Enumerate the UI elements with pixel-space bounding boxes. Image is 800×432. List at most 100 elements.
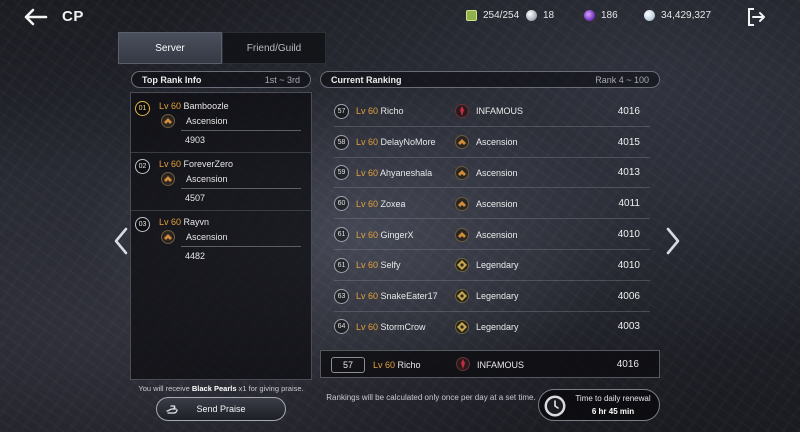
player-level: Lv 60: [356, 291, 379, 302]
player-level: Lv 60: [356, 229, 379, 240]
my-rank-bar[interactable]: 57 Lv 60 Richo INFAMOUS 4016: [320, 350, 660, 378]
current-ranking-range: Rank 4 ~ 100: [595, 74, 649, 85]
previous-arrow-icon[interactable]: [112, 226, 130, 256]
ascension-emblem-icon: [161, 172, 175, 186]
rank-badge: 64: [334, 319, 349, 335]
energy-counter: 254/254: [466, 10, 519, 21]
player-level: Lv 60: [159, 101, 182, 111]
player-level: Lv 60: [159, 159, 182, 169]
class-name: Legendary: [476, 321, 519, 332]
tab-server[interactable]: Server: [118, 32, 222, 64]
rank-badge: 02: [135, 159, 150, 174]
silver-icon: [644, 10, 655, 21]
player-name: Ahyaneshala: [380, 167, 433, 178]
silver-value: 34,429,327: [661, 10, 712, 21]
player-name: ForeverZero: [183, 159, 234, 169]
silver-counter: 34,429,327: [644, 10, 711, 21]
top-rank-entry[interactable]: 02 Lv 60 ForeverZero Ascension 4507: [131, 153, 311, 211]
player-level: Lv 60: [356, 321, 379, 332]
player-name: Rayvn: [183, 217, 210, 227]
daily-renewal-timer: Time to daily renewal 6 hr 45 min: [538, 389, 660, 421]
class-name: Ascension: [476, 167, 518, 178]
top-rank-range: 1st ~ 3rd: [264, 74, 300, 85]
ranking-row[interactable]: 64 Lv 60 StormCrow Legendary 4003: [320, 312, 660, 343]
divider: [181, 130, 301, 131]
rank-badge: 57: [334, 103, 349, 119]
black-pearl-icon: [526, 10, 537, 21]
ranking-calc-note: Rankings will be calculated only once pe…: [326, 393, 536, 402]
my-level: Lv 60: [373, 360, 396, 370]
infamous-emblem-icon: [455, 104, 469, 119]
player-name-line: Lv 60 DelayNoMore: [356, 137, 436, 147]
player-score: 4507: [185, 193, 206, 203]
player-level: Lv 60: [356, 260, 379, 271]
next-arrow-icon[interactable]: [664, 226, 682, 256]
ascension-emblem-icon: [455, 227, 469, 242]
class-name: Ascension: [186, 174, 228, 184]
player-name: Selfy: [380, 260, 401, 271]
ranking-row[interactable]: 60 Lv 60 Zoxea Ascension 4011: [320, 188, 660, 220]
player-name-line: Lv 60 Richo: [356, 106, 404, 116]
top-rank-entry[interactable]: 01 Lv 60 Bamboozle Ascension 4903: [131, 95, 311, 153]
my-name-line: Lv 60 Richo: [373, 360, 421, 370]
legendary-emblem-icon: [455, 319, 469, 334]
ascension-emblem-icon: [455, 165, 469, 180]
class-name: Ascension: [476, 137, 518, 148]
black-pearl-value: 18: [543, 10, 555, 21]
renewal-label: Time to daily renewal: [575, 394, 651, 403]
ranking-row[interactable]: 57 Lv 60 Richo INFAMOUS 4016: [320, 96, 660, 127]
class-name: Ascension: [476, 198, 518, 209]
ascension-emblem-icon: [161, 230, 175, 244]
ascension-emblem-icon: [455, 196, 469, 211]
black-pearl-counter: 18: [526, 10, 554, 21]
clock-icon: [544, 395, 566, 417]
class-name: Ascension: [186, 232, 228, 242]
ranking-row[interactable]: 63 Lv 60 SnakeEater17 Legendary 4006: [320, 281, 660, 312]
player-name-line: Lv 60 Rayvn: [159, 217, 209, 227]
player-name-line: Lv 60 ForeverZero: [159, 159, 233, 169]
praise-reward-note: You will receive Black Pearls x1 for giv…: [130, 384, 312, 393]
my-name: Richo: [397, 360, 421, 370]
player-level: Lv 60: [356, 106, 379, 117]
ranking-row[interactable]: 58 Lv 60 DelayNoMore Ascension 4015: [320, 127, 660, 158]
ascension-emblem-icon: [161, 114, 175, 128]
rank-badge: 03: [135, 217, 150, 232]
top-rank-title: Top Rank Info: [142, 74, 202, 85]
top-bar: CP 254/254 18 186 34,429,327: [0, 0, 800, 34]
class-name: Legendary: [476, 291, 519, 302]
my-rank-number: 57: [331, 357, 365, 373]
ranking-row[interactable]: 61 Lv 60 Selfy Legendary 4010: [320, 250, 660, 281]
player-name: SnakeEater17: [380, 291, 438, 302]
ranking-row[interactable]: 61 Lv 60 GingerX Ascension 4010: [320, 219, 660, 250]
back-arrow-icon[interactable]: [22, 8, 48, 26]
tab-friend-guild[interactable]: Friend/Guild: [222, 32, 326, 64]
top-rank-entry[interactable]: 03 Lv 60 Rayvn Ascension 4482: [131, 211, 311, 269]
my-score: 4016: [616, 359, 639, 370]
player-score: 4015: [617, 136, 640, 148]
energy-value: 254/254: [483, 10, 520, 21]
class-name: INFAMOUS: [476, 106, 524, 117]
player-score: 4016: [617, 105, 640, 117]
send-praise-button[interactable]: Send Praise: [156, 397, 286, 421]
energy-icon: [466, 10, 477, 21]
player-name: GingerX: [380, 229, 414, 240]
player-name: Bamboozle: [183, 101, 229, 111]
rank-badge: 61: [334, 257, 349, 273]
current-ranking-header: Current Ranking Rank 4 ~ 100: [320, 71, 660, 88]
send-praise-label: Send Praise: [196, 404, 246, 414]
rank-badge: 58: [334, 134, 349, 150]
rank-badge: 60: [334, 196, 349, 212]
praise-note-prefix: You will receive: [138, 384, 192, 393]
player-score: 4003: [617, 321, 640, 333]
ranking-row[interactable]: 59 Lv 60 Ahyaneshala Ascension 4013: [320, 158, 660, 189]
player-score: 4013: [617, 167, 640, 179]
class-name: Ascension: [476, 229, 518, 240]
current-ranking-list: 57 Lv 60 Richo INFAMOUS 4016 58 Lv 60 De…: [320, 96, 660, 342]
player-level: Lv 60: [159, 217, 182, 227]
top-rank-header: Top Rank Info 1st ~ 3rd: [131, 71, 311, 88]
orb-value: 186: [601, 10, 618, 21]
exit-icon[interactable]: [746, 7, 766, 27]
rank-badge: 01: [135, 101, 150, 116]
player-name: DelayNoMore: [380, 137, 436, 148]
player-score: 4903: [185, 135, 206, 145]
